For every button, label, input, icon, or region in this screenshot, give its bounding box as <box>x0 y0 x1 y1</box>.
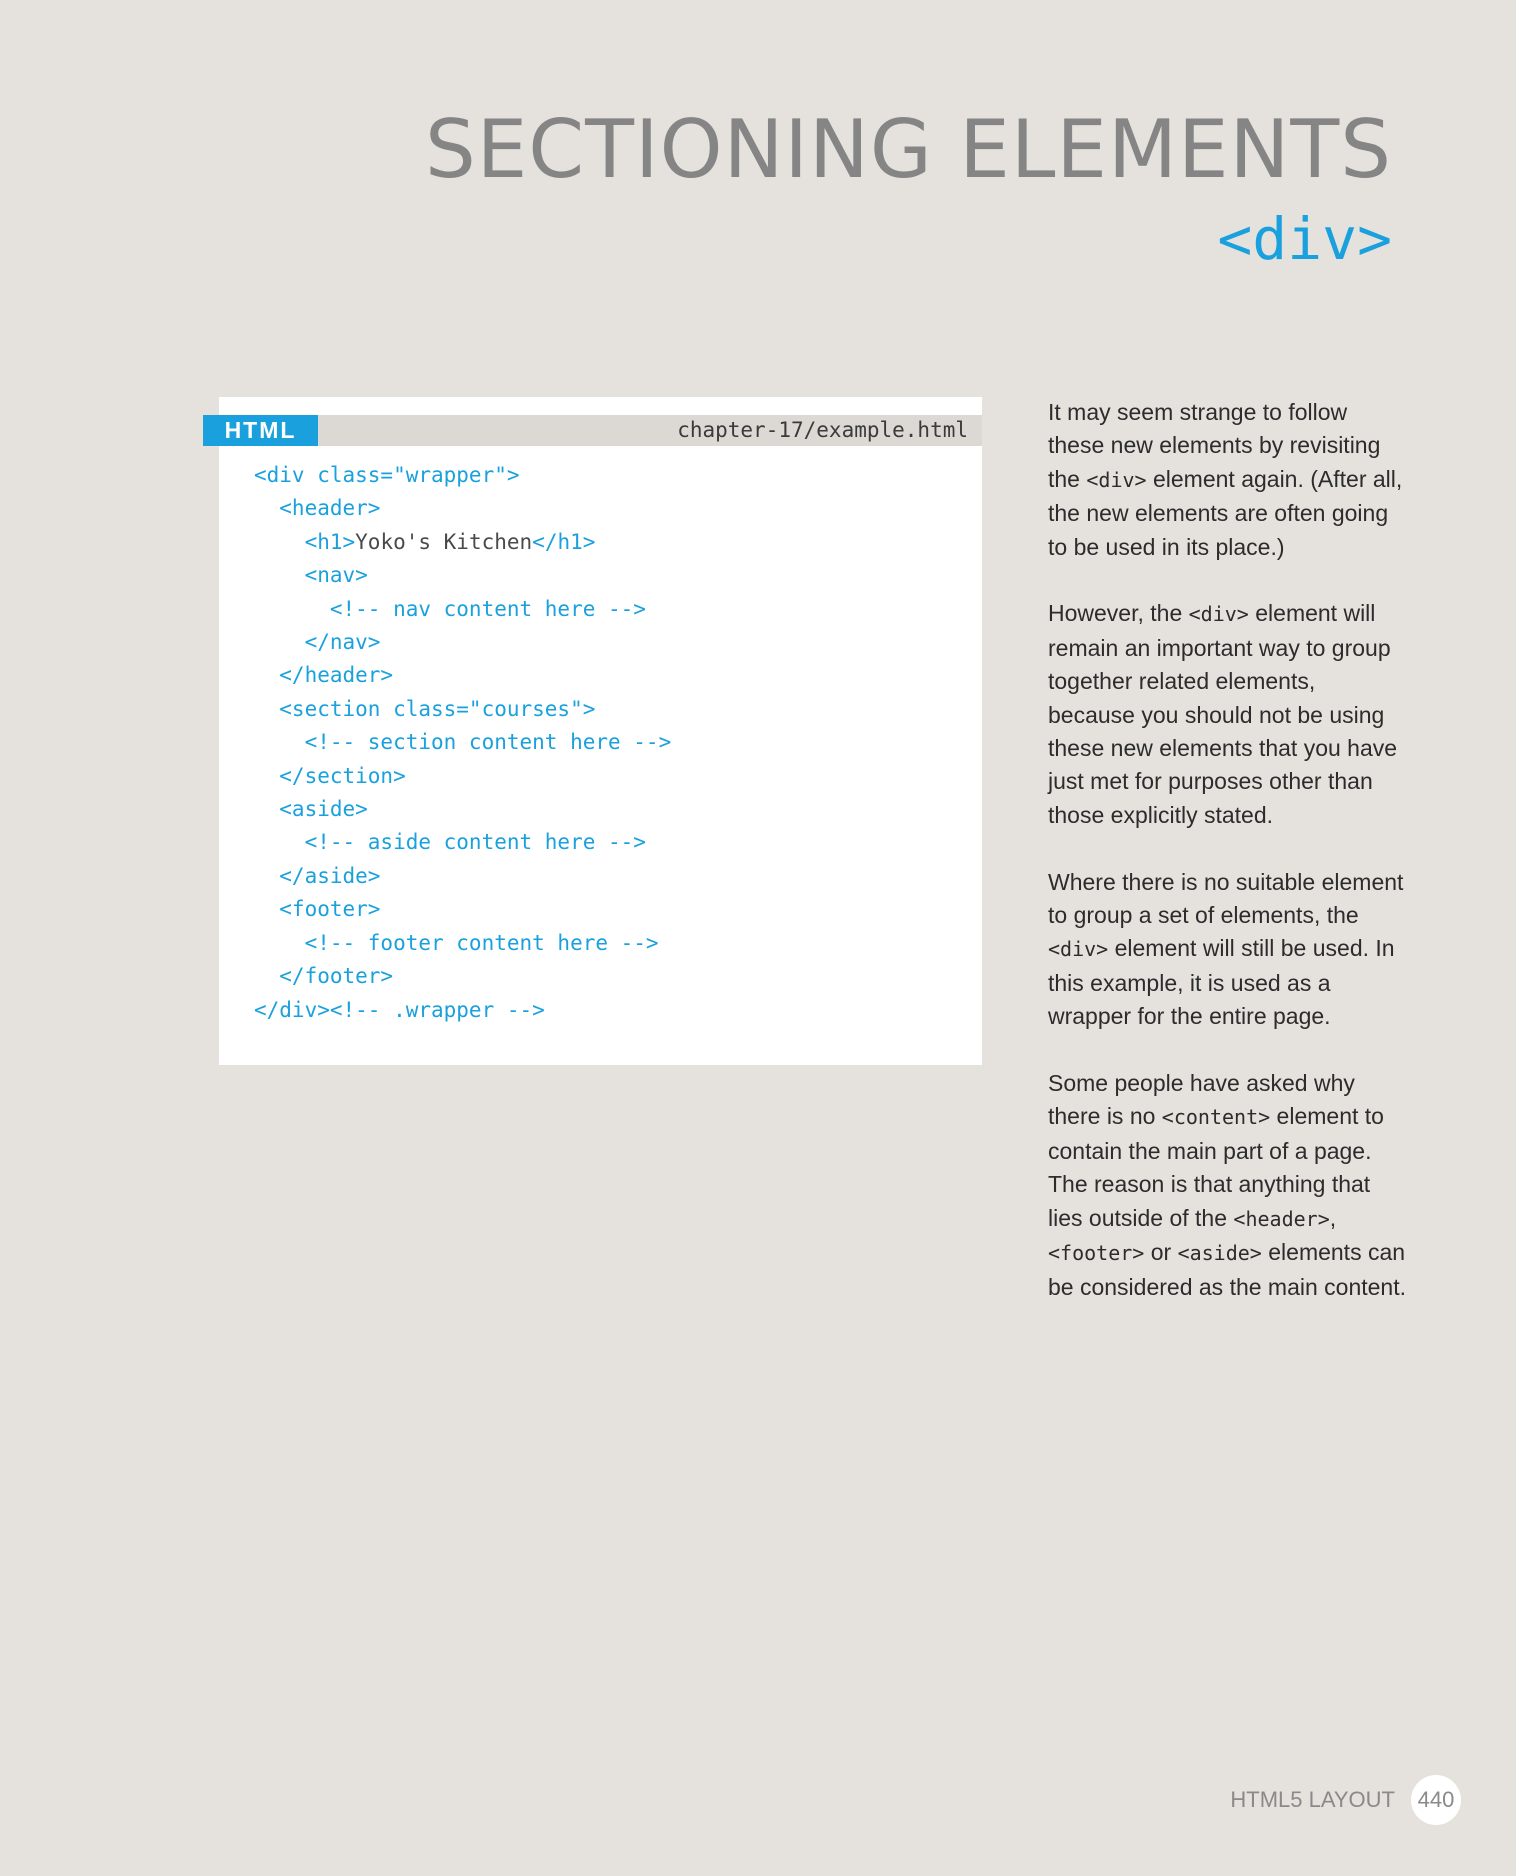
inline-code: <div> <box>1086 467 1147 492</box>
inline-code: <div> <box>1188 602 1249 627</box>
code-line: </aside> <box>254 860 972 893</box>
code-line: <header> <box>254 492 972 525</box>
code-language-label: HTML <box>203 415 318 446</box>
code-line: </nav> <box>254 626 972 659</box>
code-line: <nav> <box>254 559 972 592</box>
inline-code: <header> <box>1233 1206 1330 1231</box>
page-subtitle: <div> <box>1217 205 1392 273</box>
explanation-text: It may seem strange to follow these new … <box>1048 396 1408 1337</box>
code-line: <!-- nav content here --> <box>254 593 972 626</box>
code-line: <aside> <box>254 793 972 826</box>
code-line: <footer> <box>254 893 972 926</box>
code-line: </header> <box>254 659 972 692</box>
paragraph: Some people have asked why there is no <… <box>1048 1070 1407 1300</box>
code-markup: <!-- section content here --> <box>254 730 672 755</box>
code-header-bar: HTML chapter-17/example.html <box>203 415 982 446</box>
code-markup: <aside> <box>254 797 368 822</box>
code-line: </div><!-- .wrapper --> <box>254 994 972 1027</box>
code-markup: <!-- aside content here --> <box>254 830 646 855</box>
page-title: SECTIONING ELEMENTS <box>424 103 1392 196</box>
code-markup: <nav> <box>254 563 368 588</box>
code-markup: <h1> <box>254 529 356 554</box>
inline-code: <aside> <box>1177 1241 1262 1266</box>
inline-code: <div> <box>1048 937 1109 962</box>
code-line: <!-- aside content here --> <box>254 826 972 859</box>
code-markup: </aside> <box>254 863 381 888</box>
code-markup: <div class="wrapper"> <box>254 463 520 487</box>
code-markup: <section class="courses"> <box>254 696 596 721</box>
code-line: </section> <box>254 760 972 793</box>
code-listing: <div class="wrapper"> <header> <h1>Yoko'… <box>254 459 972 1027</box>
code-markup: <!-- nav content here --> <box>254 596 646 621</box>
code-markup: <!-- footer content here --> <box>254 930 659 955</box>
code-line: <section class="courses"> <box>254 693 972 726</box>
paragraph: Where there is no suitable element to gr… <box>1048 868 1404 1030</box>
code-markup: <footer> <box>254 897 381 922</box>
inline-code: <footer> <box>1048 1241 1145 1266</box>
code-markup: </h1> <box>532 529 596 554</box>
code-line: <h1>Yoko's Kitchen</h1> <box>254 526 972 559</box>
code-content: Yoko's Kitchen <box>355 529 533 554</box>
code-line: <!-- footer content here --> <box>254 927 972 960</box>
section-label: HTML5 LAYOUT <box>1230 1787 1395 1812</box>
code-example-panel: HTML chapter-17/example.html <div class=… <box>203 397 982 1065</box>
code-markup: <header> <box>254 496 381 521</box>
code-line: <!-- section content here --> <box>254 726 972 759</box>
code-markup: </nav> <box>254 630 381 655</box>
inline-code: <content> <box>1161 1105 1271 1130</box>
code-line: </footer> <box>254 960 972 993</box>
paragraph: It may seem strange to follow these new … <box>1048 399 1403 560</box>
paragraph: However, the <div> element will remain a… <box>1048 600 1398 828</box>
code-markup: </footer> <box>254 964 394 989</box>
code-markup: </div><!-- .wrapper --> <box>254 997 545 1022</box>
code-line: <div class="wrapper"> <box>254 459 972 492</box>
page-number: 440 <box>1411 1775 1461 1825</box>
code-markup: </header> <box>254 663 394 688</box>
code-markup: </section> <box>254 763 406 788</box>
code-filename: chapter-17/example.html <box>677 418 968 442</box>
